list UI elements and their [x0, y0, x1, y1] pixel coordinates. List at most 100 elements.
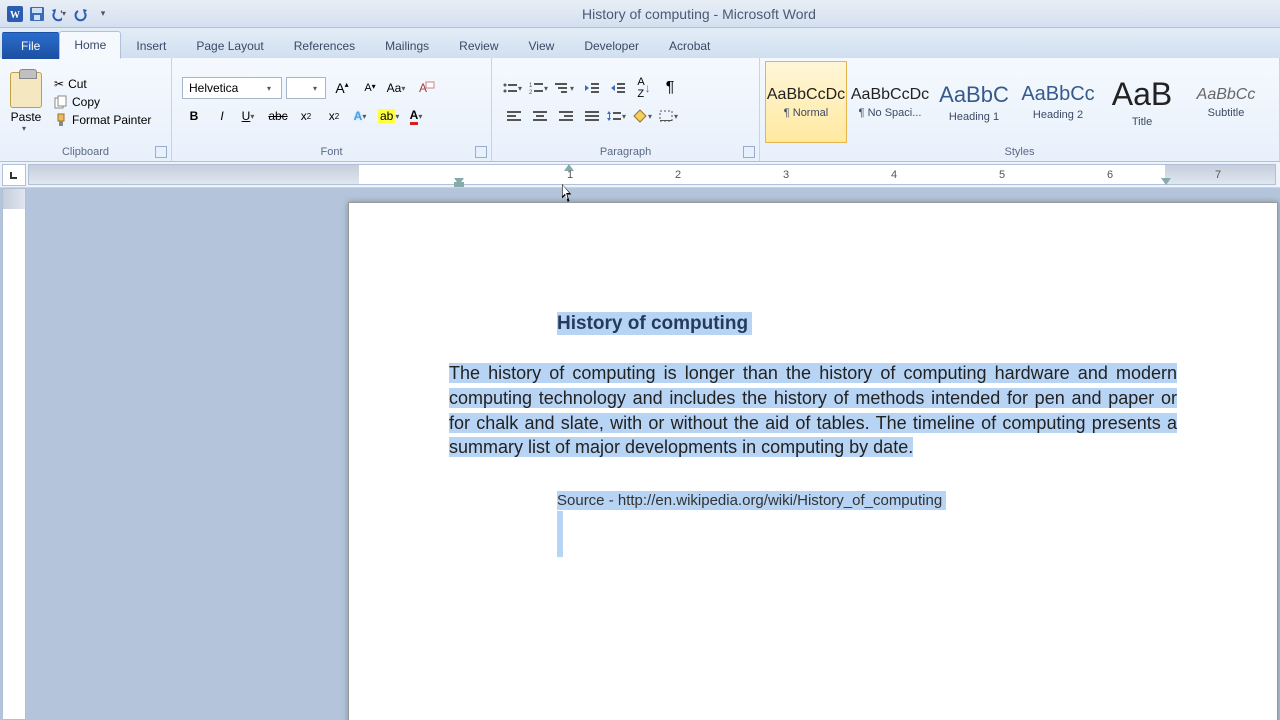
- undo-icon[interactable]: ▾: [50, 5, 68, 23]
- group-font: Helvetica▾ ▾ A▴ A▾ Aa▾ A B I U▾ abc x2 x…: [172, 58, 492, 161]
- style-preview: AaBbCc: [1197, 86, 1256, 104]
- style-normal[interactable]: AaBbCcDc ¶ Normal: [765, 61, 847, 143]
- document-body[interactable]: The history of computing is longer than …: [449, 361, 1177, 460]
- svg-text:2: 2: [529, 90, 533, 95]
- clipboard-launcher-icon[interactable]: [155, 146, 167, 158]
- svg-text:1: 1: [529, 83, 533, 89]
- sort-button[interactable]: AZ↓: [632, 77, 656, 99]
- ruler-tick: 6: [1107, 169, 1113, 181]
- underline-button[interactable]: U▾: [238, 105, 262, 127]
- group-styles: AaBbCcDc ¶ Normal AaBbCcDc ¶ No Spaci...…: [760, 58, 1280, 161]
- tab-page-layout[interactable]: Page Layout: [181, 32, 278, 59]
- font-name-value: Helvetica: [189, 81, 238, 95]
- right-indent-marker[interactable]: [1161, 178, 1171, 185]
- ribbon: Paste ▾ ✂ Cut Copy Format Painter Clipbo…: [0, 58, 1280, 162]
- paste-label: Paste: [11, 110, 42, 124]
- font-group-label: Font: [176, 144, 487, 161]
- text-effects-button[interactable]: A▾: [350, 105, 374, 127]
- change-case-button[interactable]: Aa▾: [386, 77, 410, 99]
- font-launcher-icon[interactable]: [475, 146, 487, 158]
- paste-button[interactable]: Paste ▾: [4, 72, 48, 133]
- style-no-spacing[interactable]: AaBbCcDc ¶ No Spaci...: [849, 61, 931, 143]
- tab-mailings[interactable]: Mailings: [370, 32, 444, 59]
- justify-button[interactable]: [580, 105, 604, 127]
- ruler-top-margin: [3, 189, 25, 209]
- document-page[interactable]: History of computing The history of comp…: [348, 202, 1278, 720]
- decrease-indent-button[interactable]: [580, 77, 604, 99]
- ruler-tick: 3: [783, 169, 789, 181]
- style-preview: AaBbCcDc: [851, 86, 929, 104]
- brush-icon: [54, 113, 68, 127]
- tab-references[interactable]: References: [279, 32, 370, 59]
- clipboard-group-label: Clipboard: [4, 144, 167, 161]
- show-marks-button[interactable]: ¶: [658, 77, 682, 99]
- left-indent-marker[interactable]: [454, 182, 464, 187]
- tab-insert[interactable]: Insert: [121, 32, 181, 59]
- shading-button[interactable]: ▾: [632, 105, 656, 127]
- styles-gallery[interactable]: AaBbCcDc ¶ Normal AaBbCcDc ¶ No Spaci...…: [764, 60, 1275, 144]
- tab-file[interactable]: File: [2, 32, 59, 59]
- quick-access-toolbar: W ▾ ▾: [0, 5, 118, 23]
- word-app-icon: W: [6, 5, 24, 23]
- document-area: History of computing The history of comp…: [0, 188, 1280, 720]
- bold-button[interactable]: B: [182, 105, 206, 127]
- cut-button[interactable]: ✂ Cut: [54, 77, 151, 91]
- style-title[interactable]: AaB Title: [1101, 61, 1183, 143]
- style-label: ¶ No Spaci...: [859, 107, 922, 119]
- format-painter-label: Format Painter: [72, 113, 151, 127]
- italic-button[interactable]: I: [210, 105, 234, 127]
- tab-developer[interactable]: Developer: [569, 32, 654, 59]
- align-right-button[interactable]: [554, 105, 578, 127]
- style-label: Heading 1: [949, 111, 999, 123]
- shrink-font-button[interactable]: A▾: [358, 77, 382, 99]
- highlight-button[interactable]: ab▾: [378, 105, 402, 127]
- font-size-combo[interactable]: ▾: [286, 77, 326, 99]
- paste-icon: [10, 72, 42, 108]
- document-source[interactable]: Source - http://en.wikipedia.org/wiki/Hi…: [557, 491, 946, 510]
- grow-font-button[interactable]: A▴: [330, 77, 354, 99]
- style-preview: AaBbCcDc: [767, 86, 845, 104]
- vertical-ruler[interactable]: [2, 188, 26, 720]
- format-painter-button[interactable]: Format Painter: [54, 113, 151, 127]
- styles-group-label: Styles: [764, 144, 1275, 161]
- selection-tail: [557, 511, 563, 557]
- clear-formatting-button[interactable]: A: [414, 77, 438, 99]
- horizontal-ruler[interactable]: 1 2 3 4 5 6 7: [28, 164, 1276, 185]
- tab-review[interactable]: Review: [444, 32, 513, 59]
- align-center-button[interactable]: [528, 105, 552, 127]
- bullets-button[interactable]: ▾: [502, 77, 526, 99]
- window-title: History of computing - Microsoft Word: [118, 6, 1280, 22]
- style-label: Subtitle: [1208, 107, 1245, 119]
- paragraph-launcher-icon[interactable]: [743, 146, 755, 158]
- paste-caret-icon[interactable]: ▾: [22, 124, 30, 133]
- document-heading[interactable]: History of computing: [557, 312, 752, 335]
- style-heading-2[interactable]: AaBbCc Heading 2: [1017, 61, 1099, 143]
- ruler-left-margin: [29, 165, 359, 184]
- superscript-button[interactable]: x2: [322, 105, 346, 127]
- ruler-row: 1 2 3 4 5 6 7: [0, 162, 1280, 188]
- font-color-button[interactable]: A▾: [406, 105, 430, 127]
- strikethrough-button[interactable]: abc: [266, 105, 290, 127]
- ruler-tick: 2: [675, 169, 681, 181]
- tab-selector[interactable]: [2, 164, 26, 186]
- tab-view[interactable]: View: [514, 32, 570, 59]
- borders-button[interactable]: ▾: [658, 105, 682, 127]
- increase-indent-button[interactable]: [606, 77, 630, 99]
- qat-customize-icon[interactable]: ▾: [94, 5, 112, 23]
- tab-home[interactable]: Home: [59, 31, 121, 59]
- align-left-button[interactable]: [502, 105, 526, 127]
- style-subtitle[interactable]: AaBbCc Subtitle: [1185, 61, 1267, 143]
- copy-icon: [54, 95, 68, 109]
- tab-acrobat[interactable]: Acrobat: [654, 32, 725, 59]
- line-spacing-button[interactable]: ▾: [606, 105, 630, 127]
- numbering-button[interactable]: 12▾: [528, 77, 552, 99]
- multilevel-list-button[interactable]: ▾: [554, 77, 578, 99]
- style-preview: AaB: [1112, 76, 1172, 113]
- style-heading-1[interactable]: AaBbC Heading 1: [933, 61, 1015, 143]
- copy-button[interactable]: Copy: [54, 95, 151, 109]
- save-icon[interactable]: [28, 5, 46, 23]
- redo-icon[interactable]: [72, 5, 90, 23]
- page-scroll-area[interactable]: History of computing The history of comp…: [28, 188, 1280, 720]
- font-name-combo[interactable]: Helvetica▾: [182, 77, 282, 99]
- subscript-button[interactable]: x2: [294, 105, 318, 127]
